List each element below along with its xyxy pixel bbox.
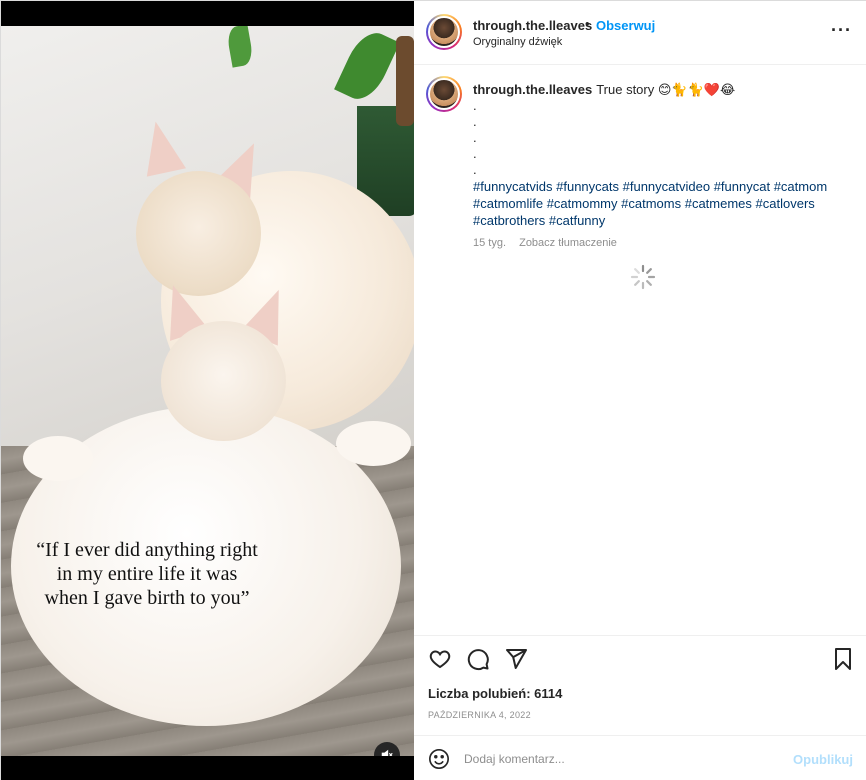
share-icon[interactable] [504,647,528,671]
publish-comment-button[interactable]: Opublikuj [793,752,853,767]
loading-spinner-icon [630,264,656,290]
caption-line: when I gave birth to you” [44,587,250,609]
avatar[interactable] [426,76,462,112]
heart-icon[interactable] [428,647,452,671]
post-header: through.the.lleaves • Obserwuj Oryginaln… [414,1,866,65]
caption-dot: . [473,130,477,145]
caption-text: True story 😊🐈🐈❤️😂 [596,82,736,97]
avatar[interactable] [426,14,462,50]
hashtag-link[interactable]: #catmom [774,179,827,194]
audio-label[interactable]: Oryginalny dźwięk [473,36,562,48]
instagram-post-modal: “If I ever did anything right in my enti… [0,0,866,780]
caption-line: “If I ever did anything right [36,539,258,561]
caption-dot: . [473,162,477,177]
hashtag-link[interactable]: #catlovers [756,196,815,211]
caption-dot: . [473,98,477,113]
media-panel: “If I ever did anything right in my enti… [1,1,414,780]
hashtag-link[interactable]: #catmemes [685,196,752,211]
comments-area: through.the.lleaves True story 😊🐈🐈❤️😂 . .… [414,65,866,635]
caption-meta: 15 tyg. Zobacz tłumaczenie [473,235,843,252]
hashtag-link[interactable]: #funnycats [556,179,619,194]
cat-head-front [161,321,286,441]
emoji-icon[interactable] [428,748,450,773]
time-ago[interactable]: 15 tyg. [473,237,506,249]
hashtag-link[interactable]: #catmoms [621,196,681,211]
hashtag-link[interactable]: #catmommy [547,196,618,211]
hashtag-link[interactable]: #funnycatvids [473,179,553,194]
hashtag-link[interactable]: #funnycat [714,179,770,194]
hashtag-list: #funnycatvids #funnycats #funnycatvideo … [473,178,843,229]
hashtag-link[interactable]: #catbrothers [473,213,545,228]
comment-input[interactable] [464,749,784,769]
plant-stem [396,36,414,126]
caption-line: in my entire life it was [56,563,238,585]
likes-count[interactable]: Liczba polubień: 6114 [428,686,562,701]
bookmark-icon[interactable] [832,647,854,671]
video-caption: “If I ever did anything right in my enti… [1,538,293,610]
more-options-icon[interactable]: ··· [831,20,852,41]
comment-icon[interactable] [466,647,490,671]
post-details-panel: through.the.lleaves • Obserwuj Oryginaln… [414,1,866,780]
separator-dot: • [585,16,590,31]
caption-dot: . [473,146,477,161]
cat-paw [23,436,93,481]
video-player[interactable]: “If I ever did anything right in my enti… [1,26,414,756]
translate-button[interactable]: Zobacz tłumaczenie [519,237,617,249]
cat-paw [336,421,411,466]
caption-username[interactable]: through.the.lleaves [473,82,592,97]
caption-dot: . [473,114,477,129]
hashtag-link[interactable]: #catmomlife [473,196,543,211]
add-comment-bar: Opublikuj [414,735,866,780]
follow-button[interactable]: Obserwuj [596,18,655,33]
action-icons [428,647,528,671]
hashtag-link[interactable]: #catfunny [549,213,605,228]
hashtag-link[interactable]: #funnycatvideo [623,179,710,194]
post-date[interactable]: PAŹDZIERNIKA 4, 2022 [428,710,531,720]
cat-head-back [136,171,261,296]
post-actions: Liczba polubień: 6114 PAŹDZIERNIKA 4, 20… [414,635,866,735]
post-caption: through.the.lleaves True story 😊🐈🐈❤️😂 . .… [473,81,843,252]
author-username[interactable]: through.the.lleaves [473,18,592,33]
